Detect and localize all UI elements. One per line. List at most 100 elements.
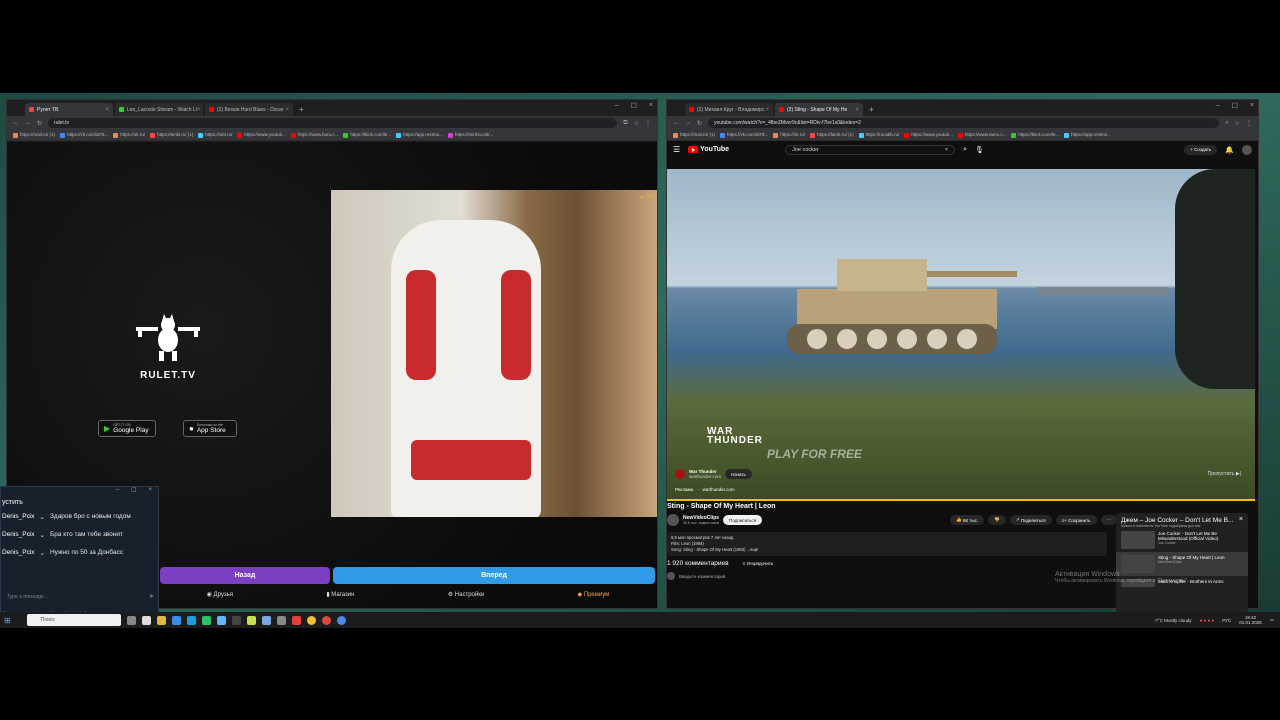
tray-icons[interactable]: ● ● ● ● xyxy=(1200,618,1215,623)
tab-sting[interactable]: (2) Sting - Shape Of My He × xyxy=(775,103,863,116)
search-input[interactable]: Joe cocker × xyxy=(785,144,956,155)
bookmark-item[interactable]: https://app.restros... xyxy=(396,132,443,138)
url-field[interactable]: rulet.tv xyxy=(48,118,618,128)
minimize-button[interactable]: – xyxy=(615,102,619,110)
url-field[interactable]: youtube.com/watch?v=_4fbeZMver9c&list=RD… xyxy=(708,118,1220,128)
comment-input[interactable]: Введите комментарий xyxy=(667,572,1117,580)
app-icon[interactable] xyxy=(216,615,226,625)
save-button[interactable]: ≡+ Сохранить xyxy=(1055,515,1097,525)
reload-icon[interactable]: ↻ xyxy=(37,120,42,127)
bookmark-item[interactable]: https://tkick.com/le... xyxy=(1011,132,1059,138)
ad-progress-bar[interactable] xyxy=(667,499,1255,501)
forward-icon[interactable]: → xyxy=(685,120,691,126)
app-icon[interactable] xyxy=(171,615,181,625)
sort-button[interactable]: ≡ Упорядочить xyxy=(743,561,774,566)
share-button[interactable]: ↗ Поделиться xyxy=(1009,515,1052,525)
nav-premium[interactable]: ◆ Премиум xyxy=(578,591,610,598)
clear-icon[interactable]: × xyxy=(945,147,948,153)
bookmark-item[interactable]: https://vk.com/id78... xyxy=(60,132,108,138)
bookmark-item[interactable]: https://www.boru.c... xyxy=(290,132,338,138)
prev-button[interactable]: Назад xyxy=(160,567,330,584)
close-icon[interactable]: × xyxy=(1239,516,1243,523)
google-play-button[interactable]: ▶ GET IT ON Google Play xyxy=(98,420,156,437)
like-button[interactable]: 👍 6К тыс. xyxy=(950,515,985,525)
video-description[interactable]: 9,9 млн просмотров 7 лет назад Film: Leo… xyxy=(667,532,1107,556)
bookmark-item[interactable]: https://www.tamo.c... xyxy=(957,132,1006,138)
chrome-icon[interactable] xyxy=(321,615,331,625)
maximize-button[interactable]: ☐ xyxy=(1232,102,1238,110)
windows-start-icon[interactable]: ⊞ xyxy=(4,616,11,625)
language-indicator[interactable]: РУС xyxy=(1222,618,1231,623)
app-store-button[interactable]: ● Download on the App Store xyxy=(183,420,237,437)
send-icon[interactable]: ➤ xyxy=(149,593,154,600)
search-icon[interactable]: ⌕ xyxy=(963,146,967,154)
dislike-button[interactable]: 👎 xyxy=(988,515,1006,525)
app-icon[interactable] xyxy=(291,615,301,625)
bookmark-item[interactable]: https://rucabb.ru/ xyxy=(858,132,899,138)
bookmark-item[interactable]: https://mirtrio.mit/... xyxy=(447,132,493,138)
ad-cta-button[interactable]: Начать xyxy=(725,469,752,479)
extensions-icon[interactable]: ⧉ xyxy=(623,120,627,127)
clock[interactable]: 19:42 01.01.2026 xyxy=(1239,615,1262,625)
nav-settings[interactable]: ⚙ Настройки xyxy=(448,591,484,598)
close-icon[interactable]: × xyxy=(105,107,109,113)
bookmark-item[interactable]: https://tkick.com/le... xyxy=(343,132,391,138)
youtube-logo[interactable]: YouTube xyxy=(688,146,729,153)
bookmark-item[interactable]: https://mail.ru/ (1) xyxy=(13,132,55,138)
more-button[interactable]: ⋯ xyxy=(1100,515,1117,525)
weather-widget[interactable]: -7°C Mostly cloudy xyxy=(1154,618,1192,623)
app-icon[interactable] xyxy=(246,615,256,625)
bookmark-item[interactable]: https://lamb.ru/ (1) xyxy=(810,132,854,138)
channel-avatar[interactable] xyxy=(667,514,679,526)
new-tab-button[interactable]: + xyxy=(865,103,878,116)
minimize-button[interactable]: – xyxy=(1216,102,1220,110)
back-icon[interactable]: ← xyxy=(13,120,19,126)
zoom-icon[interactable]: ⌕ xyxy=(1225,120,1228,127)
close-icon[interactable]: × xyxy=(855,107,859,113)
bookmark-item[interactable]: https://ok.ru/ xyxy=(773,132,805,138)
bookmark-item[interactable]: https://www.youtub... xyxy=(237,132,286,138)
bookmark-item[interactable]: https://vk.com/id78... xyxy=(720,132,768,138)
close-icon[interactable]: × xyxy=(285,107,289,113)
new-tab-button[interactable]: + xyxy=(295,103,308,116)
rulet-logo[interactable]: RULET.TV xyxy=(118,313,218,381)
tab-youtube[interactable]: (2) Bessie Hurd Blues - Oscar × xyxy=(205,103,293,116)
notifications-icon[interactable]: ▭ xyxy=(1270,617,1274,623)
app-icon[interactable] xyxy=(201,615,211,625)
close-icon[interactable]: × xyxy=(765,107,769,113)
close-icon[interactable]: × xyxy=(148,487,152,497)
bookmark-item[interactable]: https://ixbt.ru/ xyxy=(198,132,232,138)
app-icon[interactable] xyxy=(231,615,241,625)
app-icon[interactable] xyxy=(186,615,196,625)
bookmark-item[interactable]: https://app.restros... xyxy=(1064,132,1111,138)
star-icon[interactable]: ☆ xyxy=(634,120,639,127)
notifications-icon[interactable]: 🔔 xyxy=(1225,146,1234,154)
close-icon[interactable]: × xyxy=(197,107,201,113)
menu-icon[interactable]: ⋮ xyxy=(1246,120,1252,127)
next-button[interactable]: Вперед xyxy=(333,567,655,584)
chat-input[interactable]: Type a message... xyxy=(7,594,48,600)
maximize-button[interactable]: ☐ xyxy=(131,487,136,497)
app-icon[interactable] xyxy=(276,615,286,625)
subscribe-button[interactable]: Подписаться xyxy=(723,515,763,525)
video-player[interactable]: WAR THUNDER PLAY FOR FREE War Thunder wart… xyxy=(667,169,1255,501)
task-view-icon[interactable] xyxy=(126,615,136,625)
minimize-button[interactable]: – xyxy=(116,487,119,497)
chrome-icon[interactable] xyxy=(306,615,316,625)
hamburger-icon[interactable]: ☰ xyxy=(673,145,680,154)
star-icon[interactable]: ☆ xyxy=(1235,120,1240,127)
nav-shop[interactable]: ▮ Магазин xyxy=(326,591,354,598)
chrome-icon[interactable] xyxy=(336,615,346,625)
mic-icon[interactable]: 🎙 xyxy=(975,146,984,154)
back-icon[interactable]: ← xyxy=(673,120,679,126)
nav-friends[interactable]: ◉ Друзья xyxy=(207,591,233,598)
reload-icon[interactable]: ↻ xyxy=(697,120,702,127)
app-icon[interactable] xyxy=(261,615,271,625)
avatar[interactable] xyxy=(1242,144,1252,155)
bookmark-item[interactable]: https://ok.ru/ xyxy=(113,132,145,138)
app-icon[interactable] xyxy=(141,615,151,625)
menu-icon[interactable]: ⋮ xyxy=(645,120,651,127)
tab-rulet[interactable]: Рулет ТВ × xyxy=(25,103,113,116)
forward-icon[interactable]: → xyxy=(25,120,31,126)
bookmark-item[interactable]: https://mail.ru/ (1) xyxy=(673,132,715,138)
